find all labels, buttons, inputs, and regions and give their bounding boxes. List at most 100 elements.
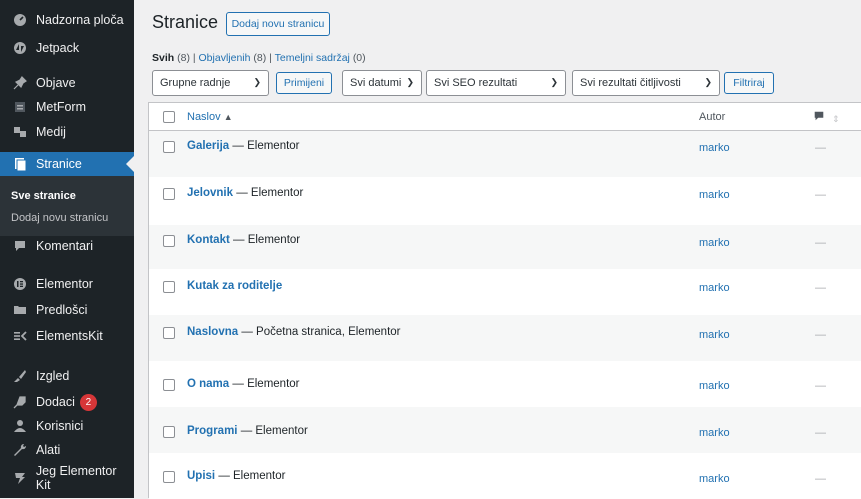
add-new-page-button[interactable]: Dodaj novu stranicu [226, 12, 330, 36]
author-link[interactable]: marko [699, 380, 730, 392]
sidebar-item-posts[interactable]: Objave [0, 71, 134, 95]
sidebar-item-label: Izgled [36, 369, 70, 383]
sidebar-item-tools[interactable]: Alati [0, 438, 134, 462]
row-checkbox[interactable] [163, 235, 175, 247]
comment-count: — [815, 237, 826, 249]
sidebar-item-label: Medij [36, 125, 66, 139]
author-link[interactable]: marko [699, 142, 730, 154]
page-title-link[interactable]: Programi — Elementor [187, 425, 308, 437]
row-checkbox[interactable] [163, 379, 175, 391]
row-checkbox[interactable] [163, 141, 175, 153]
chevron-down-icon: ❯ [704, 77, 712, 87]
filter-published-link[interactable]: Objavljenih [199, 52, 251, 64]
filter-all-link[interactable]: Svih [152, 52, 174, 64]
page-title-link[interactable]: O nama — Elementor [187, 378, 300, 390]
table-row: Upisi — Elementor marko — [149, 453, 861, 499]
sidebar-item-templates[interactable]: Predlošci [0, 298, 134, 322]
metform-icon [12, 99, 28, 115]
plugin-icon [12, 394, 28, 410]
sidebar-item-jetpack[interactable]: Jetpack [0, 36, 134, 60]
filter-published-count: (8) [253, 52, 267, 64]
tools-icon [12, 442, 28, 458]
title-column-header[interactable]: Naslov ▲︎ [187, 111, 233, 123]
bulk-actions-value: Grupne radnje [160, 77, 231, 89]
sidebar-item-dashboard[interactable]: Nadzorna ploča [0, 8, 134, 32]
table-row: Programi — Elementor marko — [149, 407, 861, 453]
sidebar-item-users[interactable]: Korisnici [0, 414, 134, 438]
pin-icon [12, 75, 28, 91]
page-state: — Elementor [229, 378, 300, 390]
row-checkbox[interactable] [163, 188, 175, 200]
row-checkbox[interactable] [163, 471, 175, 483]
page-state: — Elementor [233, 187, 304, 199]
sidebar-item-plugins[interactable]: Dodaci 2 [0, 390, 134, 414]
sidebar-item-jeg-elementor-kit[interactable]: Jeg Elementor Kit [0, 464, 134, 492]
table-row: Jelovnik — Elementor marko — [149, 177, 861, 225]
sidebar-item-label: Objave [36, 76, 76, 90]
page-state: — Elementor [237, 425, 308, 437]
author-link[interactable]: marko [699, 427, 730, 439]
page-title-link[interactable]: Galerija — Elementor [187, 140, 300, 152]
comments-column-header[interactable]: ⇕ [813, 110, 840, 125]
readability-select[interactable]: Svi rezultati čitljivosti ❯ [572, 70, 720, 96]
brush-icon [12, 368, 28, 384]
comment-bubble-icon [814, 111, 824, 121]
elementskit-icon [12, 328, 28, 344]
comment-count: — [815, 282, 826, 294]
plugin-update-count-badge: 2 [79, 393, 97, 411]
submenu-add-new-page[interactable]: Dodaj novu stranicu [11, 212, 108, 224]
table-header-row: Naslov ▲︎ Autor ⇕ [149, 103, 861, 131]
sidebar-item-label: Komentari [36, 239, 93, 253]
page-title-link[interactable]: Kontakt — Elementor [187, 234, 300, 246]
table-row: Galerija — Elementor marko — [149, 131, 861, 177]
filter-cornerstone-link[interactable]: Temeljni sadržaj [275, 52, 350, 64]
comment-count: — [815, 380, 826, 392]
author-link[interactable]: marko [699, 473, 730, 485]
sidebar-item-label: MetForm [36, 100, 86, 114]
author-link[interactable]: marko [699, 237, 730, 249]
page-state: — Elementor [229, 234, 301, 246]
row-checkbox[interactable] [163, 281, 175, 293]
filter-button[interactable]: Filtriraj [724, 72, 774, 94]
filter-cornerstone-count: (0) [352, 52, 366, 64]
comment-count: — [815, 427, 826, 439]
submenu-all-pages[interactable]: Sve stranice [11, 190, 76, 202]
chevron-down-icon: ❯ [253, 77, 261, 87]
sidebar-item-label: Jeg Elementor Kit [35, 464, 117, 492]
page-title-link[interactable]: Upisi — Elementor [187, 470, 285, 482]
jetpack-icon [12, 40, 28, 56]
author-link[interactable]: marko [699, 329, 730, 341]
sidebar-item-media[interactable]: Medij [0, 120, 134, 144]
select-all-checkbox[interactable] [163, 111, 175, 123]
author-link[interactable]: marko [699, 189, 730, 201]
sidebar-item-label: Alati [36, 443, 61, 457]
dates-select[interactable]: Svi datumi ❯ [342, 70, 422, 96]
page-icon [12, 156, 28, 172]
admin-sidebar: Nadzorna ploča Jetpack Objave MetForm Me… [0, 0, 134, 498]
sidebar-item-comments[interactable]: Komentari [0, 234, 134, 258]
pages-submenu: Sve stranice Dodaj novu stranicu [0, 176, 134, 236]
row-checkbox[interactable] [163, 327, 175, 339]
sidebar-item-metform[interactable]: MetForm [0, 95, 134, 119]
comment-count: — [815, 189, 826, 201]
sidebar-item-elementor[interactable]: Elementor [0, 272, 134, 296]
page-title-link[interactable]: Jelovnik — Elementor [187, 187, 303, 199]
users-icon [12, 418, 28, 434]
comment-icon [12, 238, 28, 254]
dashboard-icon [12, 12, 28, 28]
seo-scores-select[interactable]: Svi SEO rezultati ❯ [426, 70, 566, 96]
sidebar-item-appearance[interactable]: Izgled [0, 364, 134, 388]
bulk-actions-select[interactable]: Grupne radnje ❯ [152, 70, 269, 96]
page-title-link[interactable]: Kutak za roditelje [187, 280, 282, 292]
filter-all-count: (8) [177, 52, 190, 64]
author-link[interactable]: marko [699, 282, 730, 294]
page-state: — Elementor [229, 140, 300, 152]
elementor-icon [12, 276, 28, 292]
row-checkbox[interactable] [163, 426, 175, 438]
page-state: — Elementor [215, 470, 286, 482]
page-title-link[interactable]: Naslovna — Početna stranica, Elementor [187, 326, 401, 338]
page-title: Stranice [152, 12, 219, 32]
apply-button[interactable]: Primijeni [276, 72, 332, 94]
sidebar-item-pages[interactable]: Stranice [0, 152, 134, 176]
sidebar-item-elementskit[interactable]: ElementsKit [0, 324, 134, 348]
